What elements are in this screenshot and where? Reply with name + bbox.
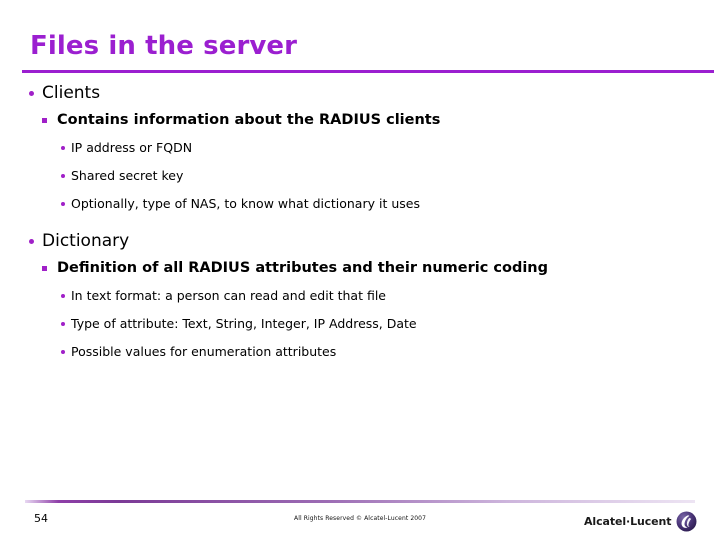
outline-item-text: Optionally, type of NAS, to know what di… bbox=[71, 196, 420, 211]
title-divider bbox=[22, 70, 714, 73]
disc-bullet-icon bbox=[29, 91, 34, 96]
dot-bullet-icon bbox=[61, 202, 65, 206]
outline-item-text: Contains information about the RADIUS cl… bbox=[57, 112, 441, 128]
outline-item-level3: IP address or FQDN bbox=[0, 134, 720, 162]
outline-item-level3: Shared secret key bbox=[0, 162, 720, 190]
alcatel-lucent-swirl-icon bbox=[676, 511, 697, 531]
outline-item-level3: In text format: a person can read and ed… bbox=[0, 282, 720, 310]
dot-bullet-icon bbox=[61, 322, 65, 326]
outline-item-text: Definition of all RADIUS attributes and … bbox=[57, 260, 548, 276]
outline-item-level2: Definition of all RADIUS attributes and … bbox=[0, 254, 720, 282]
outline-item-level3: Optionally, type of NAS, to know what di… bbox=[0, 190, 720, 218]
outline-item-level1: Dictionary bbox=[0, 228, 720, 254]
disc-bullet-icon bbox=[29, 239, 34, 244]
outline-item-text: Possible values for enumeration attribut… bbox=[71, 344, 337, 359]
outline-item-level2: Contains information about the RADIUS cl… bbox=[0, 106, 720, 134]
dot-bullet-icon bbox=[61, 350, 65, 354]
dot-bullet-icon bbox=[61, 174, 65, 178]
outline-item-text: Type of attribute: Text, String, Integer… bbox=[71, 316, 417, 331]
square-bullet-icon bbox=[42, 266, 47, 271]
dot-bullet-icon bbox=[61, 294, 65, 298]
slide-body: Clients Contains information about the R… bbox=[0, 80, 720, 366]
outline-item-level3: Possible values for enumeration attribut… bbox=[0, 338, 720, 366]
brand-logo: Alcatel·Lucent bbox=[584, 508, 697, 534]
logo-wordmark: Alcatel·Lucent bbox=[584, 514, 672, 528]
square-bullet-icon bbox=[42, 118, 47, 123]
slide: Files in the server Clients Contains inf… bbox=[0, 0, 720, 540]
outline-item-text: Clients bbox=[42, 83, 101, 103]
outline-item-text: Dictionary bbox=[42, 231, 130, 251]
outline-item-level3: Type of attribute: Text, String, Integer… bbox=[0, 310, 720, 338]
outline-item-text: In text format: a person can read and ed… bbox=[71, 288, 386, 303]
outline-item-level1: Clients bbox=[0, 80, 720, 106]
footer-divider bbox=[25, 500, 695, 503]
outline-item-text: IP address or FQDN bbox=[71, 140, 193, 155]
dot-bullet-icon bbox=[61, 146, 65, 150]
page-title: Files in the server bbox=[30, 31, 298, 61]
outline-item-text: Shared secret key bbox=[71, 168, 184, 183]
